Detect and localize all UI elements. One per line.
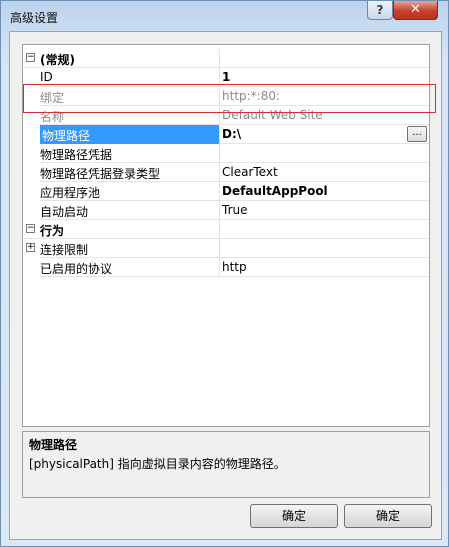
title-bar: 高级设置 ? ✕ <box>1 1 449 31</box>
ok-button-label: 确定 <box>281 509 306 523</box>
property-row[interactable]: 自动启动 True <box>23 201 429 220</box>
property-row[interactable]: 物理路径凭据登录类型 ClearText <box>23 163 429 182</box>
description-text: [physicalPath] 指向虚拟目录内容的物理路径。 <box>29 457 286 471</box>
property-row[interactable]: 物理路径凭据 <box>23 144 429 163</box>
property-name: 已启用的协议 <box>40 262 113 276</box>
property-value[interactable]: DefaultAppPool <box>222 184 328 198</box>
property-row[interactable]: 已启用的协议 http <box>23 258 429 277</box>
property-name: 物理路径凭据 <box>40 148 113 162</box>
collapse-icon[interactable]: − <box>26 53 35 62</box>
category-row[interactable]: − 行为 <box>23 220 429 239</box>
browse-button[interactable]: ... <box>407 126 427 142</box>
description-title: 物理路径 <box>29 438 78 452</box>
property-row[interactable]: 物理路径 D:\... <box>23 125 429 144</box>
property-value[interactable]: D:\ <box>222 127 241 141</box>
help-button[interactable]: ? <box>367 1 393 20</box>
property-value[interactable]: True <box>222 203 248 217</box>
property-row[interactable]: 应用程序池 DefaultAppPool <box>23 182 429 201</box>
cancel-button-label: 确定 <box>375 509 400 523</box>
advanced-settings-dialog: 高级设置 ? ✕ − (常规) ID 1 绑定 http:*:80: 名称 Default W… <box>0 0 449 547</box>
window-title: 高级设置 <box>10 11 59 25</box>
close-button[interactable]: ✕ <box>393 1 438 20</box>
property-name: 物理路径凭据登录类型 <box>40 167 161 181</box>
category-name: 行为 <box>40 224 65 238</box>
property-value[interactable]: 1 <box>222 70 230 84</box>
description-panel: 物理路径 [physicalPath] 指向虚拟目录内容的物理路径。 <box>22 431 430 498</box>
selected-property-name: 物理路径 <box>40 125 219 144</box>
cancel-button[interactable]: 确定 <box>344 504 432 528</box>
property-row[interactable]: + 连接限制 <box>23 239 429 258</box>
property-name: 自动启动 <box>40 205 89 219</box>
property-value[interactable]: ClearText <box>222 165 278 179</box>
ok-button[interactable]: 确定 <box>250 504 338 528</box>
property-name: 连接限制 <box>40 243 89 257</box>
property-name: 应用程序池 <box>40 186 101 200</box>
collapse-icon[interactable]: − <box>26 224 35 233</box>
property-name: ID <box>40 70 53 84</box>
expand-icon[interactable]: + <box>26 243 35 252</box>
property-value[interactable]: http <box>222 260 247 274</box>
property-name: 物理路径 <box>42 129 91 143</box>
category-row[interactable]: − (常规) <box>23 49 429 68</box>
category-name: (常规) <box>40 53 75 67</box>
physical-path-highlight <box>23 84 436 113</box>
